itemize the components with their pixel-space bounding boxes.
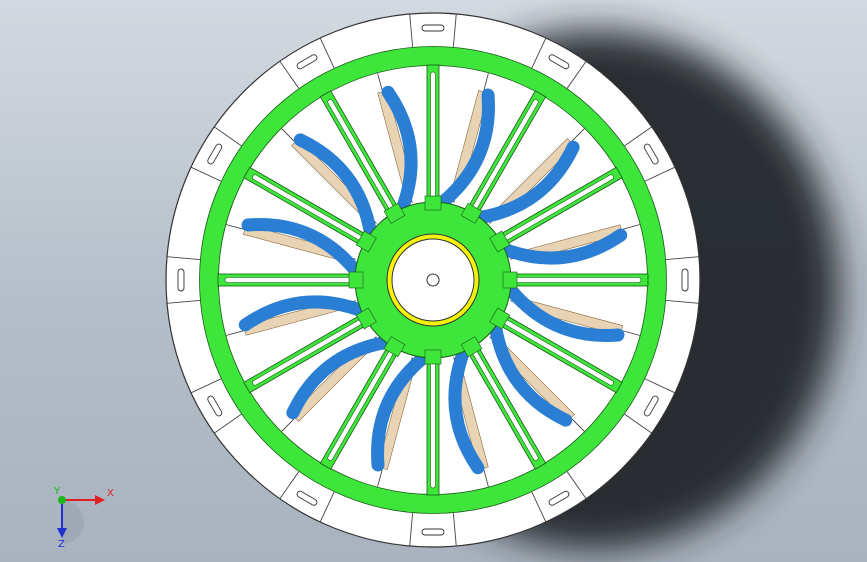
spoke-slot — [514, 277, 642, 283]
outer-slot-icon — [681, 268, 689, 292]
triad-plane-icon — [62, 500, 84, 544]
center-hole — [426, 273, 440, 287]
x-arrowhead-icon — [95, 495, 105, 505]
hub-tab — [502, 271, 518, 289]
hub-tab — [424, 349, 442, 365]
spoke-slot — [224, 277, 352, 283]
spoke-slot — [430, 71, 436, 199]
hub-tab-body — [424, 195, 442, 211]
spoke — [426, 64, 440, 206]
wheel-model[interactable] — [0, 0, 867, 562]
hub-tab — [348, 271, 364, 289]
hub-tab-body — [348, 271, 364, 289]
y-axis-label: Y — [53, 486, 61, 497]
slot-outline — [681, 268, 689, 292]
spoke — [507, 273, 649, 287]
hub-tab-body — [424, 349, 442, 365]
outer-slot-icon — [421, 24, 445, 32]
z-axis-label: Z — [58, 539, 65, 548]
y-axis-dot-icon — [58, 496, 66, 504]
graphics-viewport[interactable]: X Y Z — [0, 0, 867, 562]
spoke-slot — [430, 361, 436, 489]
x-axis-label: X — [107, 488, 114, 499]
outer-slot-icon — [177, 268, 185, 292]
spoke — [217, 273, 359, 287]
slot-outline — [421, 528, 445, 536]
hub-tab — [424, 195, 442, 211]
coordinate-triad[interactable]: X Y Z — [40, 478, 120, 548]
hub-tab-body — [502, 271, 518, 289]
outer-slot-icon — [421, 528, 445, 536]
slot-outline — [421, 24, 445, 32]
slot-outline — [177, 268, 185, 292]
spoke — [426, 354, 440, 496]
